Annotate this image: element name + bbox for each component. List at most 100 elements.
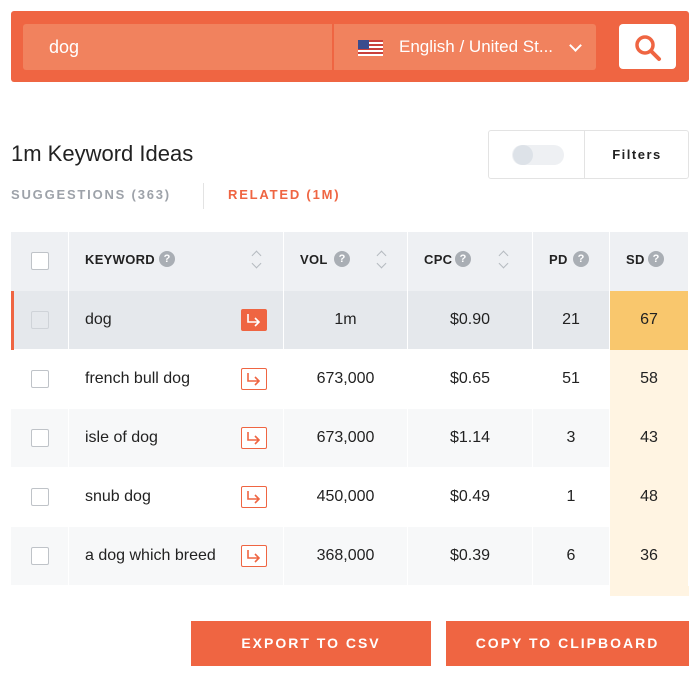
- pd-cell: 3: [533, 409, 610, 468]
- sort-icon[interactable]: [251, 249, 261, 271]
- open-keyword-button[interactable]: [241, 427, 267, 449]
- table-row[interactable]: snub dog 450,000 $0.49 1 48: [11, 468, 689, 527]
- help-icon[interactable]: ?: [334, 251, 350, 267]
- tab-divider: [203, 183, 204, 209]
- row-checkbox[interactable]: [31, 547, 49, 565]
- keyword-cell: snub dog: [69, 468, 284, 527]
- header-sd-label: SD: [626, 252, 645, 267]
- keyword-text: a dog which breed: [85, 547, 216, 564]
- sd-value: 48: [640, 488, 658, 505]
- cpc-value: $0.65: [449, 370, 491, 387]
- toggle-knob: [513, 145, 533, 165]
- header-keyword[interactable]: KEYWORD ?: [69, 232, 284, 291]
- header-cpc-label: CPC: [424, 252, 453, 267]
- cpc-cell: $0.39: [408, 527, 533, 586]
- cpc-cell: $0.90: [408, 291, 533, 350]
- vol-value: 673,000: [316, 370, 375, 387]
- vol-cell: 1m: [284, 291, 408, 350]
- vol-value: 450,000: [316, 488, 375, 505]
- filters-button[interactable]: Filters: [585, 131, 689, 178]
- header-pd[interactable]: PD ?: [533, 232, 610, 291]
- row-select-cell: [11, 409, 69, 468]
- keyword-text: isle of dog: [85, 429, 158, 446]
- arrow-right-icon: [247, 491, 261, 504]
- chevron-down-icon: [569, 39, 582, 52]
- cpc-value: $1.14: [449, 429, 491, 446]
- header-vol-label: VOL: [300, 252, 328, 267]
- row-checkbox[interactable]: [31, 488, 49, 506]
- header-sd[interactable]: SD ?: [610, 232, 689, 291]
- sort-icon[interactable]: [376, 249, 386, 271]
- open-keyword-button[interactable]: [241, 309, 267, 331]
- row-checkbox[interactable]: [31, 311, 49, 329]
- sort-icon[interactable]: [498, 249, 508, 271]
- cpc-value: $0.39: [449, 547, 491, 564]
- table-row[interactable]: a dog which breed 368,000 $0.39 6 36: [11, 527, 689, 586]
- arrow-right-icon: [247, 314, 261, 327]
- vol-cell: 450,000: [284, 468, 408, 527]
- help-icon[interactable]: ?: [159, 251, 175, 267]
- tab-suggestions[interactable]: SUGGESTIONS (363): [11, 187, 171, 202]
- tab-related[interactable]: RELATED (1M): [228, 187, 340, 202]
- header-cpc[interactable]: CPC ?: [408, 232, 533, 291]
- keyword-cell: dog: [69, 291, 284, 350]
- pd-value: 1: [566, 488, 576, 505]
- sd-value: 36: [640, 547, 658, 564]
- language-select[interactable]: English / United St...: [334, 24, 596, 70]
- select-all-checkbox[interactable]: [31, 252, 49, 270]
- vol-cell: 673,000: [284, 350, 408, 409]
- header-keyword-label: KEYWORD: [85, 252, 155, 267]
- vol-value: 368,000: [316, 547, 375, 564]
- help-icon[interactable]: ?: [573, 251, 589, 267]
- vol-value: 673,000: [316, 429, 375, 446]
- sd-cell: 43: [610, 409, 689, 468]
- page-title: 1m Keyword Ideas: [11, 141, 194, 166]
- search-button[interactable]: [619, 24, 676, 69]
- pd-value: 6: [566, 547, 576, 564]
- vol-value: 1m: [334, 311, 357, 328]
- table-row[interactable]: isle of dog 673,000 $1.14 3 43: [11, 409, 689, 468]
- search-icon: [635, 35, 661, 61]
- row-checkbox[interactable]: [31, 370, 49, 388]
- header-select-cell: [11, 232, 69, 291]
- open-keyword-button[interactable]: [241, 545, 267, 567]
- row-select-cell: [11, 291, 69, 350]
- pd-value: 51: [562, 370, 580, 387]
- arrow-right-icon: [247, 550, 261, 563]
- sd-cell: [610, 586, 689, 596]
- open-keyword-button[interactable]: [241, 486, 267, 508]
- keyword-text: dog: [85, 311, 112, 328]
- vol-cell: 673,000: [284, 409, 408, 468]
- sd-cell: 36: [610, 527, 689, 586]
- keyword-text: french bull dog: [85, 370, 190, 387]
- header-pd-label: PD: [549, 252, 568, 267]
- pd-value: 21: [562, 311, 580, 328]
- table-header-row: KEYWORD ? VOL ? CPC ? PD ? SD ?: [11, 232, 689, 291]
- arrow-right-icon: [247, 373, 261, 386]
- arrow-right-icon: [247, 432, 261, 445]
- sd-cell: 67: [610, 291, 689, 350]
- us-flag-icon: [358, 40, 383, 56]
- search-input[interactable]: [23, 24, 332, 70]
- sd-cell: 58: [610, 350, 689, 409]
- cpc-value: $0.49: [449, 488, 491, 505]
- sd-value: 58: [640, 370, 658, 387]
- keyword-text: snub dog: [85, 488, 151, 505]
- keyword-cell: isle of dog: [69, 409, 284, 468]
- open-keyword-button[interactable]: [241, 368, 267, 390]
- header-vol[interactable]: VOL ?: [284, 232, 408, 291]
- export-csv-button[interactable]: EXPORT TO CSV: [191, 621, 431, 666]
- cpc-cell: $1.14: [408, 409, 533, 468]
- copy-clipboard-button[interactable]: COPY TO CLIPBOARD: [446, 621, 689, 666]
- row-select-cell: [11, 468, 69, 527]
- row-select-cell: [11, 350, 69, 409]
- view-toggle[interactable]: [512, 145, 564, 165]
- row-checkbox[interactable]: [31, 429, 49, 447]
- table-row[interactable]: dog 1m $0.90 21 67: [11, 291, 689, 350]
- sd-value: 67: [640, 311, 658, 328]
- pd-value: 3: [566, 429, 576, 446]
- help-icon[interactable]: ?: [455, 251, 471, 267]
- table-row[interactable]: french bull dog 673,000 $0.65 51 58: [11, 350, 689, 409]
- pd-cell: 21: [533, 291, 610, 350]
- help-icon[interactable]: ?: [648, 251, 664, 267]
